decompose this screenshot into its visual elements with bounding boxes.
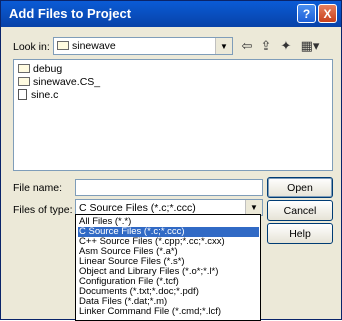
file-list[interactable]: debug sinewave.CS_ sine.c (13, 59, 333, 171)
back-icon[interactable]: ⇦ (239, 38, 255, 54)
help-title-button[interactable]: ? (297, 4, 316, 23)
help-button[interactable]: Help (267, 223, 333, 244)
open-button[interactable]: Open (267, 177, 333, 198)
add-files-dialog: Add Files to Project ? X Look in: sinewa… (0, 0, 342, 321)
list-item-sine-c[interactable]: sine.c (18, 88, 58, 101)
list-item-debug[interactable]: debug (18, 63, 62, 75)
folder-icon (18, 76, 30, 86)
chevron-down-icon[interactable]: ▼ (215, 38, 232, 54)
chevron-down-icon[interactable]: ▼ (245, 200, 262, 215)
up-folder-icon[interactable]: ⇪ (258, 38, 274, 54)
files-of-type-label: Files of type: (13, 204, 73, 216)
look-in-value: sinewave (72, 40, 116, 52)
folder-icon (18, 63, 30, 73)
close-button[interactable]: X (318, 4, 337, 23)
views-menu-icon[interactable]: ▦▾ (299, 38, 321, 54)
file-name-label: File name: (13, 182, 63, 194)
files-of-type-value: C Source Files (*.c;*.ccc) (79, 202, 196, 214)
file-type-option[interactable]: Linker Command File (*.cmd;*.lcf) (78, 307, 259, 317)
c-file-icon (18, 88, 27, 100)
file-name-input[interactable] (75, 179, 263, 196)
title-bar[interactable]: Add Files to Project ? X (1, 1, 341, 27)
file-type-dropdown-list[interactable]: All Files (*.*) C Source Files (*.c;*.cc… (75, 214, 261, 321)
look-in-label: Look in: (13, 41, 50, 53)
folder-icon (57, 40, 69, 50)
window-title: Add Files to Project (9, 6, 132, 21)
cancel-button[interactable]: Cancel (267, 200, 333, 221)
list-item-sinewave-cs[interactable]: sinewave.CS_ (18, 76, 100, 88)
new-folder-icon[interactable]: ✦ (277, 38, 295, 54)
look-in-combo[interactable]: sinewave ▼ (53, 37, 233, 55)
